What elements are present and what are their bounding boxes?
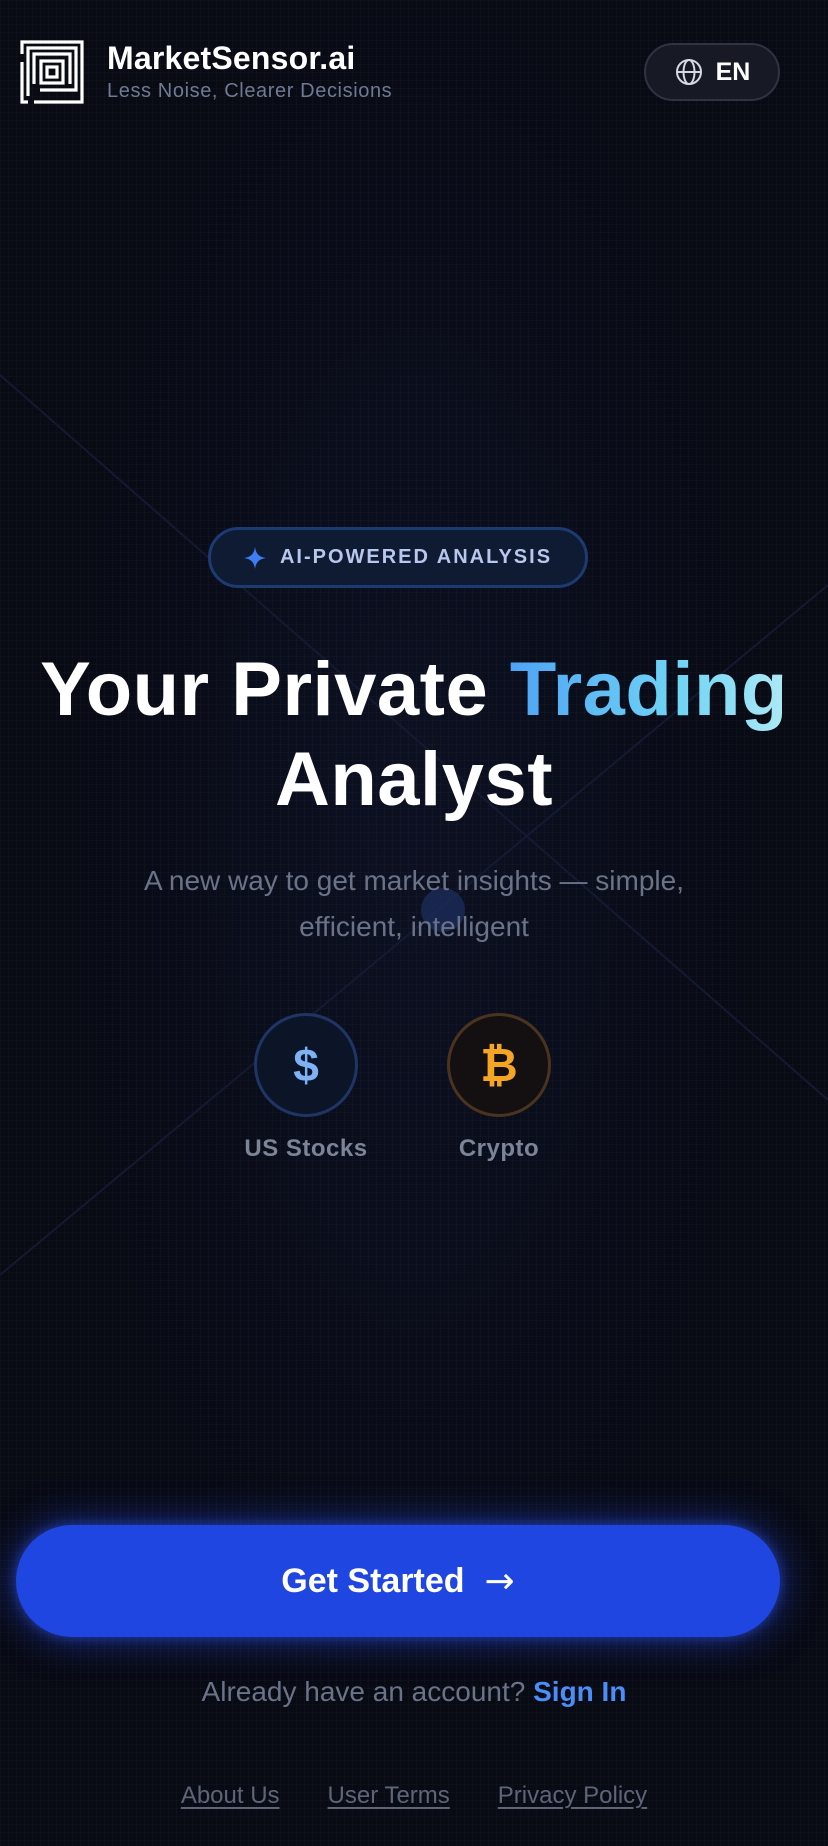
get-started-label: Get Started — [281, 1561, 465, 1600]
market-us-stocks: $ US Stocks — [226, 1013, 386, 1163]
dollar-icon: $ — [254, 1013, 358, 1117]
market-label-crypto: Crypto — [458, 1135, 540, 1162]
footer-links: About Us User Terms Privacy Policy — [0, 1782, 828, 1810]
hero-title: Your Private Trading Analyst — [0, 645, 828, 825]
hero-subtitle: A new way to get market insights — simpl… — [144, 865, 684, 942]
hero-title-part2: Analyst — [274, 737, 554, 822]
market-crypto: ₿ Crypto — [419, 1013, 579, 1163]
language-label: EN — [715, 57, 751, 86]
bitcoin-icon: ₿ — [447, 1013, 551, 1117]
brand-tagline: Less Noise, Clearer Decisions — [107, 80, 393, 102]
sparkle-icon — [243, 546, 266, 569]
landing-page: MarketSensor.ai Less Noise, Clearer Deci… — [0, 0, 828, 1846]
badge-label: AI-POWERED ANALYSIS — [279, 546, 553, 568]
market-label-us-stocks: US Stocks — [244, 1135, 368, 1162]
globe-icon — [675, 59, 702, 85]
sign-in-link[interactable]: Sign In — [533, 1676, 626, 1707]
maze-logo-icon — [20, 40, 84, 104]
footer-link-privacy-policy[interactable]: Privacy Policy — [498, 1782, 647, 1810]
signin-row: Already have an account? Sign In — [0, 1676, 828, 1708]
hero-title-accent: Trading — [509, 647, 788, 732]
signin-prompt: Already have an account? — [201, 1676, 534, 1707]
get-started-button[interactable]: Get Started → — [16, 1525, 780, 1637]
footer-link-about-us[interactable]: About Us — [181, 1782, 280, 1810]
arrow-right-icon: → — [484, 1560, 515, 1602]
hero-title-part1: Your Private — [40, 647, 510, 732]
ai-analysis-badge: AI-POWERED ANALYSIS — [208, 527, 588, 588]
language-selector-button[interactable]: EN — [644, 43, 780, 101]
footer-link-user-terms[interactable]: User Terms — [328, 1782, 450, 1810]
brand-name: MarketSensor.ai — [107, 40, 356, 76]
header: MarketSensor.ai Less Noise, Clearer Deci… — [0, 0, 828, 140]
